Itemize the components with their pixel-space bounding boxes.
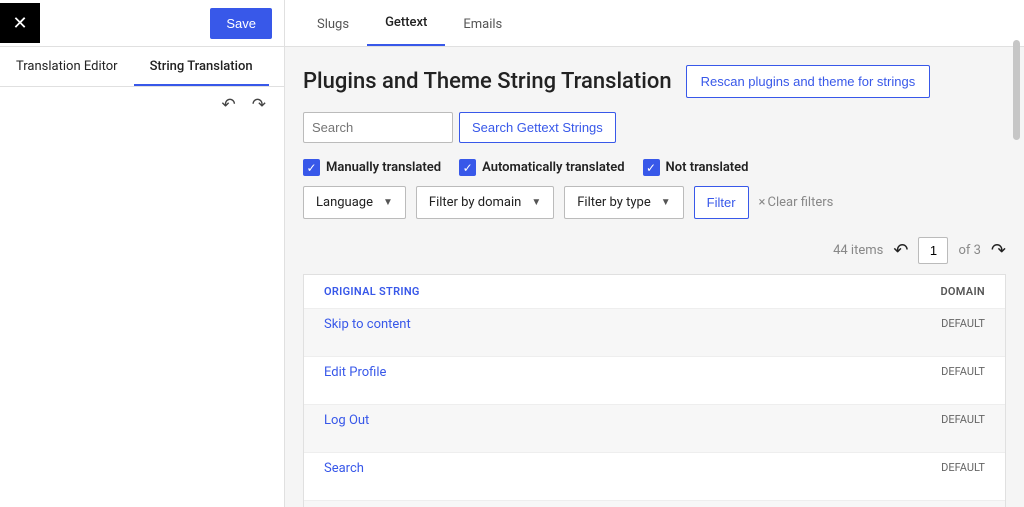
- string-text[interactable]: Skip to content: [324, 317, 885, 332]
- tab-emails[interactable]: Emails: [445, 3, 520, 46]
- page-input[interactable]: [918, 237, 948, 264]
- dropdown-label: Filter by domain: [429, 195, 521, 210]
- check-icon: ✓: [646, 161, 656, 175]
- domain-filter-dropdown[interactable]: Filter by domain ▼: [416, 186, 554, 219]
- checkbox-label: Automatically translated: [482, 160, 624, 175]
- language-dropdown[interactable]: Language ▼: [303, 186, 406, 219]
- undo-icon[interactable]: ↶: [222, 95, 236, 115]
- checkbox-manually-translated[interactable]: ✓: [303, 159, 320, 176]
- tab-string-translation[interactable]: String Translation: [134, 47, 269, 86]
- table-row[interactable]: Skip to content DEFAULT: [304, 309, 1005, 357]
- chevron-down-icon: ▼: [531, 197, 541, 208]
- chevron-down-icon: ▼: [383, 197, 393, 208]
- checkbox-label: Not translated: [666, 160, 749, 175]
- check-icon: ✓: [306, 161, 316, 175]
- string-text[interactable]: Search: [324, 461, 885, 476]
- type-filter-dropdown[interactable]: Filter by type ▼: [564, 186, 683, 219]
- redo-icon[interactable]: ↷: [252, 95, 266, 115]
- table-row[interactable]: Edit Profile DEFAULT: [304, 357, 1005, 405]
- checkbox-label: Manually translated: [326, 160, 441, 175]
- close-icon: ×: [759, 195, 766, 210]
- string-text[interactable]: Log Out: [324, 413, 885, 428]
- scrollbar[interactable]: [1013, 0, 1020, 507]
- strings-table: ORIGINAL STRING DOMAIN Skip to content D…: [303, 274, 1006, 507]
- items-count: 44 items: [833, 243, 883, 258]
- string-domain: DEFAULT: [885, 461, 985, 474]
- string-domain: DEFAULT: [885, 365, 985, 378]
- table-row[interactable]: Log Out DEFAULT: [304, 405, 1005, 453]
- next-page-icon[interactable]: ↷: [991, 240, 1006, 261]
- chevron-down-icon: ▼: [661, 197, 671, 208]
- prev-page-icon[interactable]: ↶: [893, 240, 908, 261]
- filter-button[interactable]: Filter: [694, 186, 749, 219]
- th-domain: DOMAIN: [885, 285, 985, 298]
- page-of-label: of 3: [958, 243, 980, 258]
- tab-gettext[interactable]: Gettext: [367, 1, 445, 46]
- string-text[interactable]: Edit Profile: [324, 365, 885, 380]
- string-domain: DEFAULT: [885, 317, 985, 330]
- search-button[interactable]: Search Gettext Strings: [459, 112, 616, 143]
- table-row[interactable]: Search DEFAULT: [304, 453, 1005, 501]
- close-button[interactable]: ✕: [0, 3, 40, 43]
- checkbox-automatically-translated[interactable]: ✓: [459, 159, 476, 176]
- clear-filters[interactable]: × Clear filters: [759, 195, 834, 210]
- th-original-string[interactable]: ORIGINAL STRING: [324, 285, 885, 298]
- tab-translation-editor[interactable]: Translation Editor: [0, 47, 134, 86]
- scrollbar-thumb[interactable]: [1013, 40, 1020, 140]
- search-input[interactable]: [303, 112, 453, 143]
- close-icon: ✕: [12, 13, 27, 34]
- tab-slugs[interactable]: Slugs: [299, 3, 367, 46]
- clear-filters-label: Clear filters: [768, 195, 834, 210]
- dropdown-label: Language: [316, 195, 373, 210]
- save-button[interactable]: Save: [210, 8, 272, 39]
- checkbox-not-translated[interactable]: ✓: [643, 159, 660, 176]
- table-row[interactable]: Howdy, %s DEFAULT: [304, 501, 1005, 507]
- string-domain: DEFAULT: [885, 413, 985, 426]
- check-icon: ✓: [463, 161, 473, 175]
- page-title: Plugins and Theme String Translation: [303, 69, 672, 94]
- dropdown-label: Filter by type: [577, 195, 651, 210]
- rescan-button[interactable]: Rescan plugins and theme for strings: [686, 65, 931, 98]
